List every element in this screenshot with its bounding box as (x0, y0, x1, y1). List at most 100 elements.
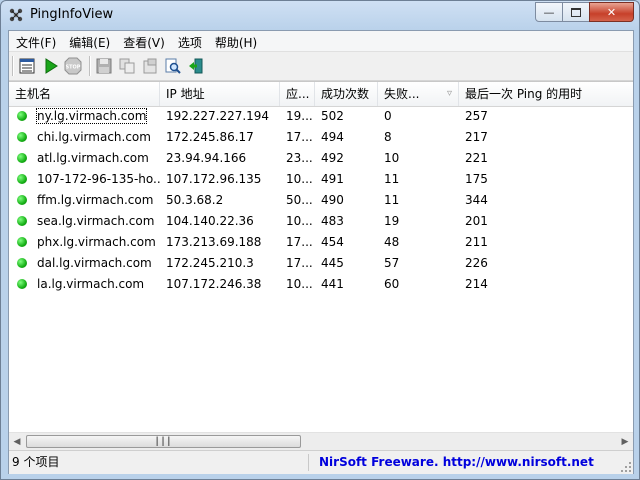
cell-reply: 23... (286, 151, 313, 165)
column-header-ip[interactable]: IP 地址 (160, 82, 280, 106)
stop-icon: STOP (64, 57, 82, 75)
cell-success: 494 (321, 130, 344, 144)
app-window: PingInfoView — ✕ 文件(F) 编辑(E) 查看(V) 选项 帮助… (0, 0, 640, 480)
cell-reply: 10... (286, 277, 313, 291)
svg-text:STOP: STOP (66, 65, 81, 71)
maximize-icon (571, 7, 581, 17)
maximize-button[interactable] (562, 2, 590, 22)
sort-arrow-icon: ▿ (446, 88, 452, 99)
cell-success: 491 (321, 172, 344, 186)
menu-view[interactable]: 查看(V) (116, 31, 171, 51)
table-row[interactable]: dal.lg.virmach.com 172.245.210.3 17... 445 5… (9, 253, 633, 274)
status-ok-icon (17, 153, 27, 163)
column-header-host[interactable]: 主机名 (9, 82, 160, 106)
title-bar[interactable]: PingInfoView — ✕ (1, 1, 639, 29)
menu-edit[interactable]: 编辑(E) (62, 31, 116, 51)
cell-ip: 107.172.246.38 (166, 277, 262, 291)
cell-success: 483 (321, 214, 344, 228)
cell-success: 454 (321, 235, 344, 249)
table-row[interactable]: la.lg.virmach.com 107.172.246.38 10... 441 6… (9, 274, 633, 295)
cell-failed: 11 (384, 193, 400, 207)
cell-failed: 8 (384, 130, 392, 144)
cell-host: ffm.lg.virmach.com (9, 190, 160, 211)
properties-button[interactable] (18, 57, 36, 75)
cell-ip: 172.245.210.3 (166, 256, 254, 270)
table-row[interactable]: ny.lg.virmach.com 192.227.227.194 19... 502… (9, 106, 633, 127)
copy-button[interactable] (118, 57, 136, 75)
table-row[interactable]: atl.lg.virmach.com 23.94.94.166 23... 492 10… (9, 148, 633, 169)
scroll-right-arrow[interactable]: ▶ (617, 434, 633, 449)
client-area: 文件(F) 编辑(E) 查看(V) 选项 帮助(H) STOP 主机名 IP 地… (8, 30, 634, 474)
minimize-icon: — (543, 5, 555, 19)
close-button[interactable]: ✕ (589, 2, 634, 22)
status-ok-icon (17, 111, 27, 121)
html-report-icon (143, 58, 157, 74)
column-header-failed[interactable]: 失败... ▿ (378, 82, 459, 106)
minimize-button[interactable]: — (535, 2, 563, 22)
nirsoft-link[interactable]: NirSoft Freeware. http://www.nirsoft.net (308, 454, 640, 471)
cell-ip: 104.140.22.36 (166, 214, 254, 228)
column-header-last-ping[interactable]: 最后一次 Ping 的用时 (459, 82, 633, 106)
save-button[interactable] (95, 57, 113, 75)
cell-last-ping: 221 (465, 151, 488, 165)
list-rows: ny.lg.virmach.com 192.227.227.194 19... 502… (9, 106, 633, 295)
column-header-reply[interactable]: 应... (280, 82, 315, 106)
cell-success: 502 (321, 109, 344, 123)
close-icon: ✕ (606, 5, 617, 19)
chevron-right-icon: ▶ (621, 436, 629, 447)
cell-ip: 192.227.227.194 (166, 109, 270, 123)
exit-icon (189, 58, 203, 74)
menu-options[interactable]: 选项 (171, 31, 208, 51)
menu-file[interactable]: 文件(F) (9, 31, 62, 51)
cell-reply: 10... (286, 214, 313, 228)
cell-reply: 50... (286, 193, 313, 207)
cell-ip: 172.245.86.17 (166, 130, 254, 144)
cell-failed: 60 (384, 277, 400, 291)
cell-reply: 19... (286, 109, 313, 123)
stop-ping-button[interactable]: STOP (64, 57, 82, 75)
table-row[interactable]: chi.lg.virmach.com 172.245.86.17 17... 494 8… (9, 127, 633, 148)
cell-reply: 17... (286, 235, 313, 249)
copy-icon (119, 58, 135, 74)
scrollbar-thumb[interactable]: ┃┃┃ (26, 435, 301, 448)
horizontal-scrollbar[interactable]: ◀ ┃┃┃ ▶ (9, 432, 633, 450)
cell-host: dal.lg.virmach.com (9, 253, 160, 274)
app-icon (9, 8, 23, 22)
menu-help[interactable]: 帮助(H) (208, 31, 263, 51)
cell-last-ping: 175 (465, 172, 488, 186)
play-icon (45, 58, 58, 74)
cell-failed: 10 (384, 151, 400, 165)
cell-failed: 11 (384, 172, 400, 186)
cell-success: 490 (321, 193, 344, 207)
cell-last-ping: 214 (465, 277, 488, 291)
cell-host: phx.lg.virmach.com (9, 232, 160, 253)
find-button[interactable] (164, 57, 182, 75)
column-header-success[interactable]: 成功次数 (315, 82, 378, 106)
cell-reply: 10... (286, 172, 313, 186)
status-ok-icon (17, 174, 27, 184)
cell-failed: 48 (384, 235, 400, 249)
cell-ip: 173.213.69.188 (166, 235, 262, 249)
start-ping-button[interactable] (42, 57, 60, 75)
cell-failed: 57 (384, 256, 400, 270)
cell-host: chi.lg.virmach.com (9, 127, 160, 148)
table-row[interactable]: sea.lg.virmach.com 104.140.22.36 10... 483 1… (9, 211, 633, 232)
menu-bar: 文件(F) 编辑(E) 查看(V) 选项 帮助(H) (9, 31, 633, 52)
table-row[interactable]: phx.lg.virmach.com 173.213.69.188 17... 454… (9, 232, 633, 253)
list-header: 主机名 IP 地址 应... 成功次数 失败... ▿ 最后一次 Ping 的用… (9, 82, 633, 107)
cell-success: 445 (321, 256, 344, 270)
status-bar: 9 个项目 NirSoft Freeware. http://www.nirso… (9, 450, 633, 474)
scroll-left-arrow[interactable]: ◀ (9, 434, 25, 449)
resize-grip-icon[interactable] (621, 462, 632, 473)
table-row[interactable]: 107-172-96-135-ho... 107.172.96.135 10... 4… (9, 169, 633, 190)
toolbar-separator (89, 56, 91, 76)
column-header-failed-label: 失败... (384, 87, 420, 101)
html-report-button[interactable] (141, 57, 159, 75)
chevron-left-icon: ◀ (13, 436, 21, 447)
status-ok-icon (17, 279, 27, 289)
cell-last-ping: 217 (465, 130, 488, 144)
table-row[interactable]: ffm.lg.virmach.com 50.3.68.2 50... 490 11 344 (9, 190, 633, 211)
exit-button[interactable] (187, 57, 205, 75)
ping-results-list[interactable]: 主机名 IP 地址 应... 成功次数 失败... ▿ 最后一次 Ping 的用… (9, 81, 633, 450)
cell-last-ping: 211 (465, 235, 488, 249)
